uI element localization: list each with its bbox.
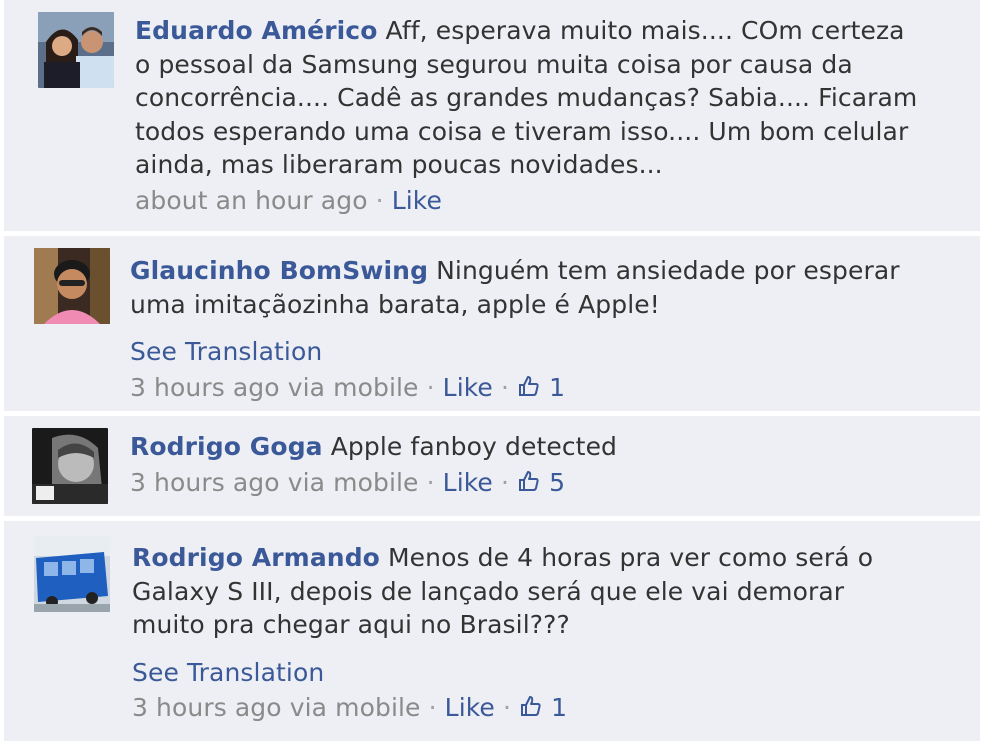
like-link[interactable]: Like	[445, 693, 495, 722]
comment: Rodrigo Goga Apple fanboy detected 3 hou…	[4, 416, 980, 516]
avatar[interactable]	[34, 248, 110, 324]
comment-meta: 3 hours ago via mobile · Like · 5	[130, 466, 920, 500]
comment-text: Apple fanboy detected	[330, 432, 618, 461]
see-translation-link[interactable]: See Translation	[130, 335, 920, 369]
thumbs-up-icon	[519, 375, 539, 396]
comment-body: Glaucinho BomSwing Ninguém tem ansiedade…	[130, 254, 920, 404]
like-count[interactable]: 1	[517, 373, 565, 402]
comment-body: Rodrigo Goga Apple fanboy detected 3 hou…	[130, 430, 920, 499]
avatar[interactable]	[34, 536, 110, 612]
avatar[interactable]	[38, 12, 114, 88]
comment-author[interactable]: Eduardo Américo	[135, 16, 378, 45]
comment-time[interactable]: 3 hours ago via mobile	[132, 693, 421, 722]
meta-separator: ·	[426, 467, 435, 497]
like-link[interactable]: Like	[392, 186, 442, 215]
comment-time[interactable]: 3 hours ago via mobile	[130, 468, 419, 497]
like-count-number: 1	[549, 372, 566, 402]
comment-author[interactable]: Glaucinho BomSwing	[130, 256, 428, 285]
like-link[interactable]: Like	[443, 468, 493, 497]
like-count-number: 1	[551, 693, 568, 722]
comment-meta: about an hour ago · Like	[135, 184, 925, 218]
avatar[interactable]	[32, 428, 108, 504]
comment-meta: 3 hours ago via mobile · Like · 1	[130, 371, 920, 405]
comment: Glaucinho BomSwing Ninguém tem ansiedade…	[4, 236, 980, 411]
comment: Eduardo Américo Aff, esperava muito mais…	[4, 0, 980, 231]
like-count[interactable]: 1	[519, 693, 567, 722]
comment-time[interactable]: 3 hours ago via mobile	[130, 373, 419, 402]
meta-separator: ·	[428, 693, 437, 722]
comment-author[interactable]: Rodrigo Goga	[130, 432, 323, 461]
comment-body: Eduardo Américo Aff, esperava muito mais…	[135, 14, 925, 217]
comment-meta: 3 hours ago via mobile · Like · 1	[132, 691, 922, 725]
meta-separator: ·	[426, 372, 435, 402]
like-link[interactable]: Like	[443, 373, 493, 402]
avatar-photo	[34, 248, 110, 324]
like-count[interactable]: 5	[517, 468, 565, 497]
like-count-number: 5	[549, 467, 566, 497]
comment: Rodrigo Armando Menos de 4 horas pra ver…	[4, 521, 980, 741]
thumbs-up-icon	[519, 470, 539, 491]
comment-author[interactable]: Rodrigo Armando	[132, 543, 380, 572]
meta-separator: ·	[500, 467, 510, 497]
avatar-photo	[38, 12, 114, 88]
meta-separator: ·	[375, 185, 384, 215]
see-translation-link[interactable]: See Translation	[132, 656, 922, 690]
comment-list: Eduardo Américo Aff, esperava muito mais…	[0, 0, 984, 741]
meta-separator: ·	[502, 693, 512, 722]
comment-body: Rodrigo Armando Menos de 4 horas pra ver…	[132, 541, 922, 725]
comment-time[interactable]: about an hour ago	[135, 186, 368, 215]
meta-separator: ·	[500, 372, 510, 402]
avatar-photo	[32, 428, 108, 504]
thumbs-up-icon	[521, 696, 541, 716]
avatar-photo	[34, 536, 110, 612]
